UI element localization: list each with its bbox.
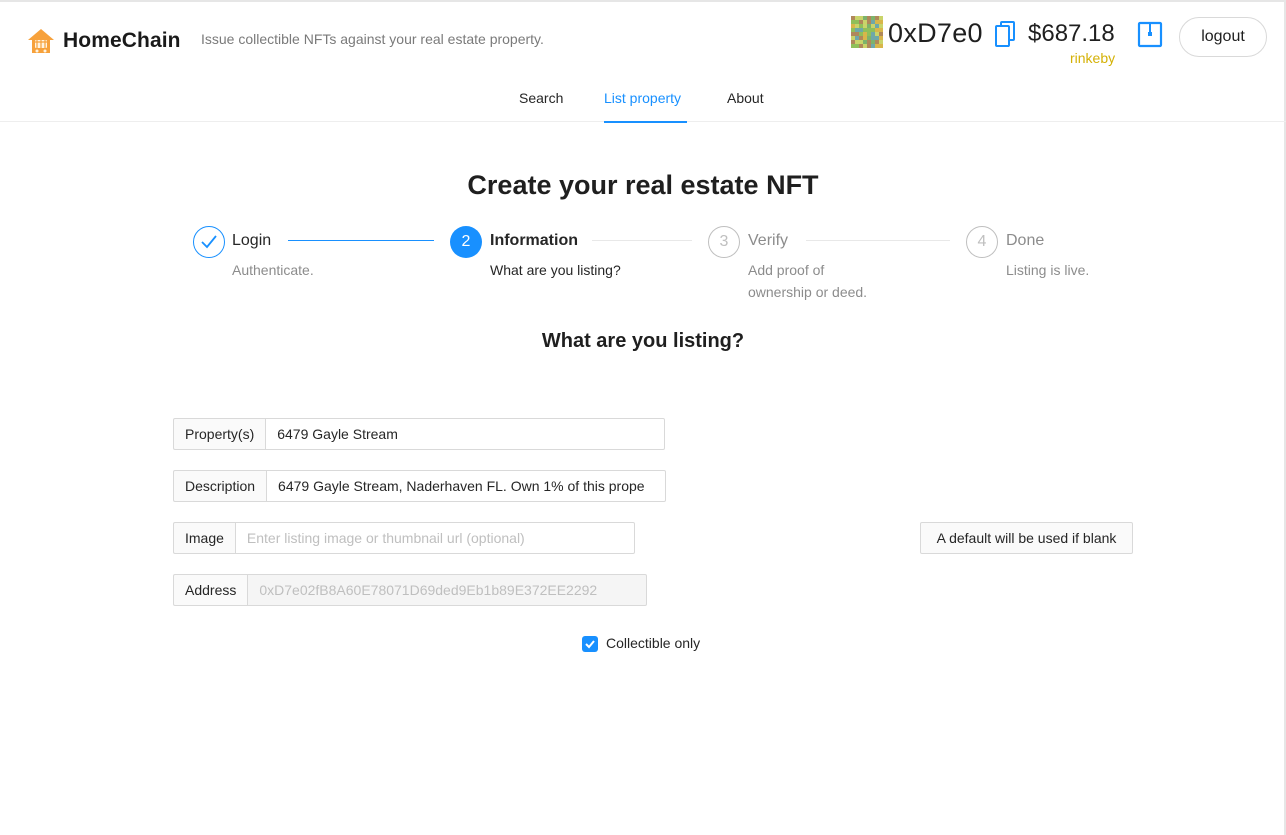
brand-name[interactable]: HomeChain — [63, 29, 181, 53]
address-input: 0xD7e02fB8A60E78071D69ded9Eb1b89E372EE22… — [247, 574, 648, 606]
nav-active-indicator — [604, 121, 687, 123]
property-field: Property(s) 6479 Gayle Stream — [173, 418, 666, 450]
nav-search[interactable]: Search — [519, 90, 563, 106]
step-connector — [592, 240, 692, 241]
collectible-label[interactable]: Collectible only — [606, 635, 700, 651]
account-address: 0xD7e0 — [888, 18, 983, 48]
step-connector — [806, 240, 950, 241]
step-3-number: 3 — [708, 226, 740, 258]
wallet-icon[interactable] — [1136, 20, 1164, 50]
description-field: Description 6479 Gayle Stream, Naderhave… — [173, 470, 667, 502]
step-2-number: 2 — [450, 226, 482, 258]
image-label: Image — [173, 522, 235, 554]
nav-list-property[interactable]: List property — [604, 90, 681, 106]
description-input[interactable]: 6479 Gayle Stream, Naderhaven FL. Own 1%… — [266, 470, 667, 502]
section-title: What are you listing? — [541, 330, 745, 352]
step-4-number: 4 — [966, 226, 998, 258]
property-label: Property(s) — [173, 418, 266, 450]
step-connector — [288, 240, 434, 241]
logout-button[interactable]: logout — [1179, 17, 1267, 57]
address-label: Address — [173, 574, 248, 606]
checkmark-icon — [585, 640, 595, 649]
step-4-description: Listing is live. — [1006, 262, 1090, 278]
image-field: Image Enter listing image or thumbnail u… — [173, 522, 635, 554]
step-3-title: Verify — [748, 232, 789, 249]
image-default-note: A default will be used if blank — [920, 522, 1133, 554]
balance: $687.18 — [1028, 20, 1115, 47]
description-label: Description — [173, 470, 267, 502]
image-input[interactable]: Enter listing image or thumbnail url (op… — [234, 522, 635, 554]
step-1-check-icon — [193, 226, 225, 258]
step-2-title: Information — [490, 232, 578, 249]
step-2-description: What are you listing? — [490, 262, 621, 278]
network-name: rinkeby — [1070, 50, 1116, 66]
account-avatar — [851, 16, 883, 48]
page-title: Create your real estate NFT — [467, 170, 819, 200]
property-input[interactable]: 6479 Gayle Stream — [265, 418, 666, 450]
step-4-title: Done — [1006, 232, 1045, 249]
collectible-checkbox[interactable] — [582, 636, 598, 652]
step-3-description: Add proof of ownership or deed. — [748, 262, 868, 300]
step-1-description: Authenticate. — [232, 262, 314, 278]
address-field: Address 0xD7e02fB8A60E78071D69ded9Eb1b89… — [173, 574, 648, 606]
nav-about[interactable]: About — [727, 90, 764, 106]
app-header: HomeChain Issue collectible NFTs against… — [0, 2, 1286, 123]
copy-icon[interactable] — [994, 20, 1016, 50]
house-logo-icon — [28, 29, 54, 53]
step-1-title: Login — [232, 232, 272, 249]
tagline: Issue collectible NFTs against your real… — [201, 31, 544, 47]
